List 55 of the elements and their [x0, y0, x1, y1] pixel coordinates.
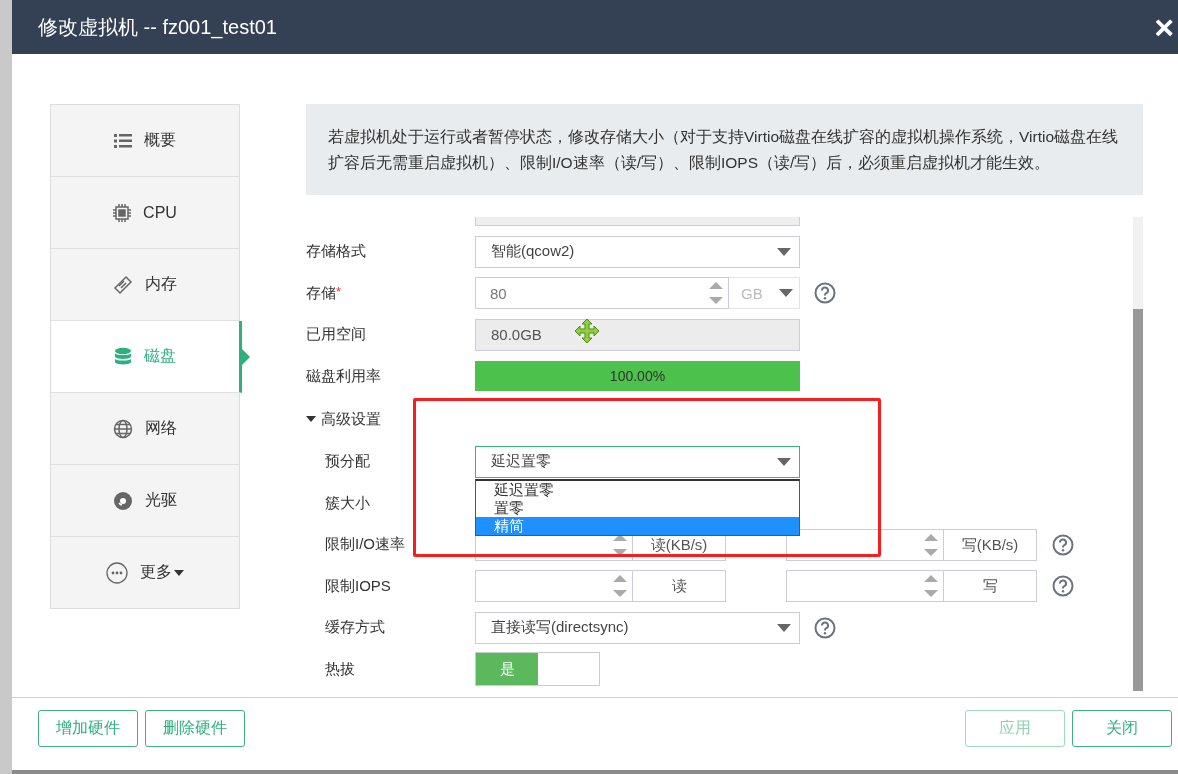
move-cursor-icon [574, 318, 600, 344]
number-field[interactable] [786, 570, 944, 603]
scrollbar-thumb[interactable] [1133, 309, 1143, 691]
field-label: 限制I/O速率 [324, 535, 406, 555]
caret-icon [777, 623, 791, 632]
sidebar-item[interactable]: 网络 [51, 393, 239, 465]
sidebar-item[interactable]: 更多 [51, 537, 239, 608]
unit-label: 读 [633, 570, 726, 603]
number-field[interactable] [786, 528, 944, 561]
field-label: 热拔 [324, 659, 356, 679]
caret-icon [306, 416, 316, 422]
database-icon [114, 346, 132, 367]
field-label: 预分配 [324, 452, 371, 472]
sidebar-item[interactable]: CPU [51, 177, 239, 249]
field-label: 缓存方式 [324, 618, 386, 638]
more-icon [106, 561, 128, 584]
sidebar-item[interactable]: 光驱 [51, 465, 239, 537]
sidebar-item[interactable]: 内存 [51, 249, 239, 321]
window-title: 修改虚拟机 -- fz001_test01 [38, 14, 277, 41]
dropdown-option[interactable]: 延迟置零 [476, 480, 799, 499]
chip-icon [113, 203, 132, 222]
field-label: 存储 [306, 283, 336, 303]
scrollbar-track[interactable] [1133, 217, 1143, 691]
unit-label: 写 [944, 570, 1037, 603]
number-field[interactable] [475, 570, 633, 603]
dropdown-option[interactable]: 置零 [476, 498, 799, 517]
field-label: 已用空间 [306, 325, 367, 345]
spinner-arrows-icon [612, 573, 628, 600]
caret-icon [777, 457, 791, 466]
spinner-arrows-icon [923, 573, 939, 600]
disc-icon [113, 490, 133, 511]
spinner-arrows-icon [923, 531, 939, 558]
memory-stick-icon [113, 274, 133, 295]
sidebar-item[interactable]: 概要 [51, 105, 239, 177]
notice-text: 若虚拟机处于运行或者暂停状态，修改存储大小（对于支持Virtio磁盘在线扩容的虚拟机操作系统，Virtio磁盘在线扩容后无需重启虚拟机）、限制I/O速率（读/写）、限制IOPS（读/写）后，必须重启虚拟机才能生效。 [306, 104, 1143, 195]
field-label: 簇大小 [324, 493, 371, 513]
select-field[interactable]: 智能(qcow2) [475, 235, 800, 268]
globe-icon [113, 418, 133, 439]
field-label: 存储格式 [306, 242, 367, 262]
section-toggle[interactable]: 高级设置 [306, 409, 381, 429]
field-label: 限制IOPS [324, 576, 392, 596]
selection-pointer [242, 349, 250, 365]
spinner-arrows-icon [708, 280, 724, 307]
list-icon [114, 133, 132, 148]
progress-text: 100.00% [609, 368, 666, 385]
readonly-field: 80.0GB [475, 318, 800, 351]
input-field[interactable] [475, 217, 800, 226]
caret-icon [779, 289, 793, 298]
number-field[interactable]: 80 [475, 277, 729, 310]
field-label: 磁盘利用率 [306, 366, 382, 386]
close-button[interactable]: × [1150, 10, 1178, 44]
select-field[interactable]: 直接读写(directsync) [475, 611, 800, 644]
required-mark: * [336, 283, 342, 299]
unit-label: 写(KB/s) [944, 528, 1037, 561]
caret-icon [777, 247, 791, 256]
